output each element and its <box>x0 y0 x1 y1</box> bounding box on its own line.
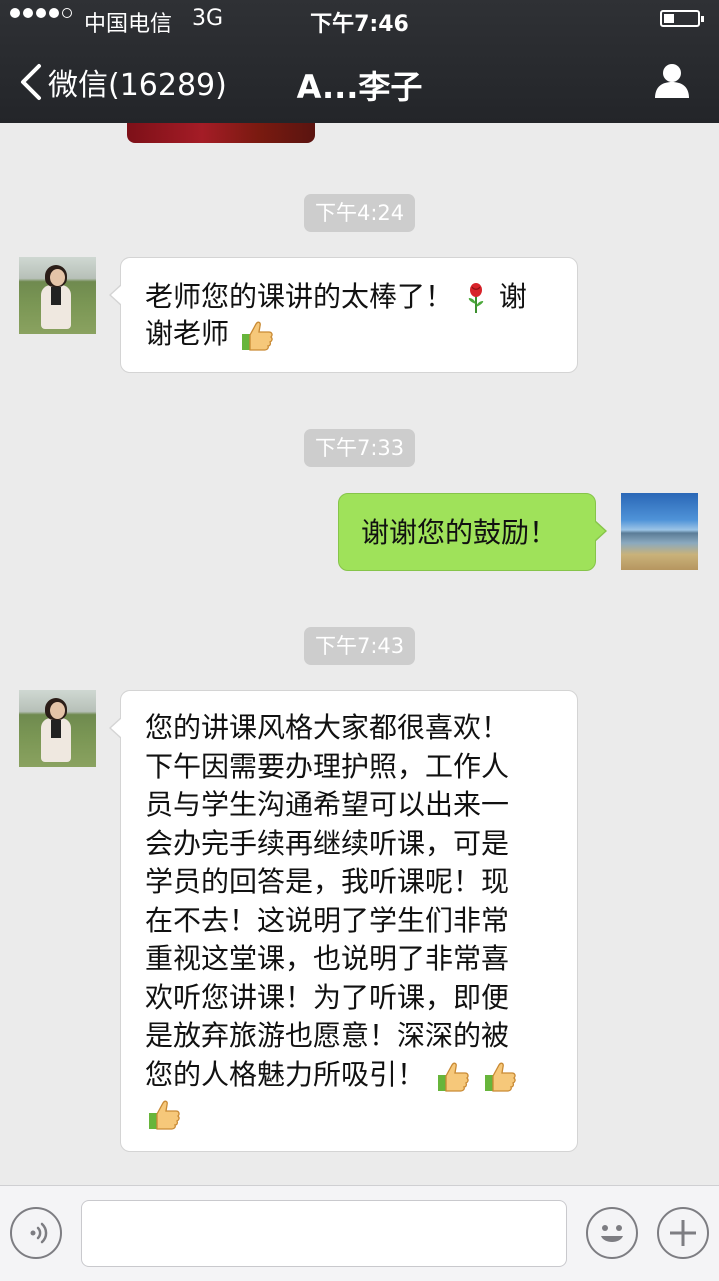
message-text-line: 在不去！这说明了学生们非常 <box>145 903 510 937</box>
message-text: 老师您的课讲的太棒了！ <box>145 280 454 313</box>
smiley-icon[interactable] <box>588 1209 636 1257</box>
message-text-line: 欢听您讲课！为了听课，即便 <box>145 980 510 1014</box>
rose-icon <box>468 283 484 313</box>
battery-icon <box>660 10 704 27</box>
time-separator: 下午7:43 <box>304 627 416 665</box>
message-text: 谢老师 <box>145 317 230 350</box>
my-avatar[interactable] <box>621 493 698 570</box>
message-text-line: 您的讲课风格大家都很喜欢！ <box>145 711 510 744</box>
person-icon[interactable] <box>652 60 692 100</box>
nav-bar: 微信(16289) A...李子 <box>0 40 719 123</box>
received-message[interactable]: 您的讲课风格大家都很喜欢！ 下午因需要办理护照，工作人 员与学生沟通希望可以出来… <box>109 690 578 1152</box>
top-bar: 中国电信 3G 下午7:46 微信(16289) A...李子 <box>0 0 719 123</box>
message-text: 谢 <box>498 280 527 313</box>
message-text-line: 您的人格魅力所吸引！ <box>145 1057 426 1091</box>
thumbs-up-icon <box>484 1062 516 1092</box>
message-input[interactable] <box>81 1200 567 1267</box>
time-separator: 下午7:33 <box>304 429 416 467</box>
message-text-line: 下午因需要办理护照，工作人 <box>145 749 510 783</box>
thumbs-up-icon <box>437 1062 469 1092</box>
message-text-line: 是放弃旅游也愿意！深深的被 <box>145 1019 510 1052</box>
voice-button[interactable] <box>10 1207 62 1259</box>
contact-avatar[interactable] <box>19 690 96 767</box>
message-text-line: 学员的回答是，我听课呢！现 <box>145 865 510 898</box>
previous-image-message[interactable] <box>127 123 315 143</box>
message-text: 谢谢您的鼓励！ <box>361 516 558 549</box>
chat-area[interactable]: 下午4:24 老师您的课讲的太棒了！ 谢 谢老师 下午7:33 谢谢您的鼓励！ … <box>0 123 719 1185</box>
sent-message[interactable]: 谢谢您的鼓励！ <box>338 493 607 571</box>
status-bar: 中国电信 3G 下午7:46 <box>0 0 719 40</box>
thumbs-up-icon <box>241 321 273 351</box>
plus-icon[interactable] <box>659 1209 707 1257</box>
message-text-line: 重视这堂课，也说明了非常喜 <box>145 942 510 975</box>
input-bar <box>0 1185 719 1281</box>
time-separator: 下午4:24 <box>304 194 416 232</box>
more-button[interactable] <box>657 1207 709 1259</box>
message-text-line: 会办完手续再继续听课，可是 <box>145 826 510 860</box>
thumbs-up-icon <box>149 1100 180 1130</box>
status-time: 下午7:46 <box>310 12 409 37</box>
emoji-button[interactable] <box>586 1207 638 1259</box>
received-message[interactable]: 老师您的课讲的太棒了！ 谢 谢老师 <box>109 257 578 373</box>
voice-icon[interactable] <box>12 1209 60 1257</box>
chat-title: A...李子 <box>296 68 423 106</box>
message-text-line: 员与学生沟通希望可以出来一 <box>145 788 510 821</box>
contact-avatar[interactable] <box>19 257 96 334</box>
